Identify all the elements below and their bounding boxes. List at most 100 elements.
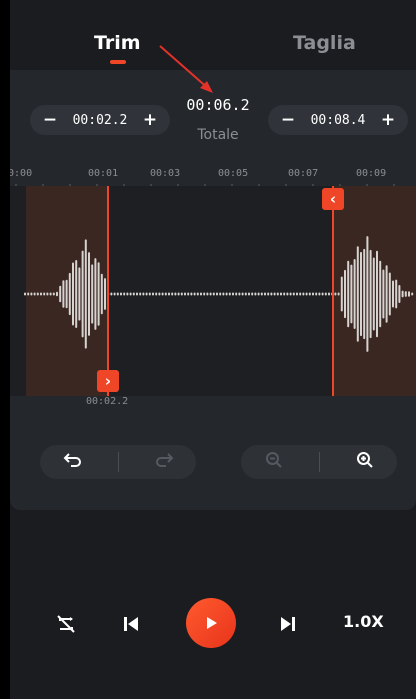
waveform-bar <box>324 292 327 296</box>
waveform-bar <box>347 260 350 328</box>
waveform-bar <box>302 292 305 296</box>
waveform-bar <box>88 252 90 336</box>
waveform-bar <box>193 292 196 296</box>
waveform-bar <box>254 292 257 296</box>
tab-active-indicator <box>110 60 126 64</box>
waveform-bar <box>168 292 170 296</box>
waveform-bar <box>408 291 410 297</box>
waveform-bar <box>388 272 391 316</box>
waveform-bar <box>235 292 238 296</box>
waveform-bar <box>46 292 49 296</box>
waveform-bar <box>392 280 394 308</box>
waveform-bar <box>155 292 158 296</box>
end-marker-line[interactable] <box>332 186 334 396</box>
waveform-bar <box>30 292 33 296</box>
waveform-bar <box>62 280 65 308</box>
waveform-bar <box>148 292 151 296</box>
waveform-bar <box>299 292 302 296</box>
waveform-bar <box>126 292 129 296</box>
waveform-bar <box>184 292 186 296</box>
waveform-bar <box>360 251 362 337</box>
waveform-bar <box>78 267 81 321</box>
waveform-bar <box>398 285 401 303</box>
waveform-bar <box>296 292 298 296</box>
waveform-bar <box>372 257 375 331</box>
start-marker-time: 00:02.2 <box>86 396 129 407</box>
waveform-bar <box>36 292 39 296</box>
waveform-bar <box>366 236 369 352</box>
loop-off-icon[interactable] <box>56 614 76 638</box>
waveform-bar <box>27 292 30 296</box>
waveform-bar <box>75 260 78 328</box>
zoom-out-icon[interactable] <box>254 451 294 474</box>
waveform-bar <box>158 292 161 296</box>
waveform-bar <box>289 292 292 296</box>
play-icon <box>207 617 217 629</box>
start-marker-line[interactable] <box>107 186 109 396</box>
ruler-label: 00:09 <box>356 168 387 179</box>
start-marker-handle[interactable]: › <box>97 370 119 392</box>
waveform-bar <box>206 292 209 296</box>
zoom-in-icon[interactable] <box>345 451 385 474</box>
waveform-bar <box>94 258 97 330</box>
end-time-stepper: − 00:08.4 + <box>268 105 408 135</box>
waveform-bar <box>334 292 337 296</box>
waveform-bar <box>337 292 340 296</box>
play-button[interactable] <box>186 598 236 648</box>
waveform-bar <box>260 292 263 296</box>
waveform-bar <box>81 250 84 338</box>
waveform-bar <box>340 276 343 312</box>
waveform-bar <box>40 292 42 296</box>
trim-screen: Trim Taglia − 00:02.2 + 00:06.2 Totale −… <box>10 0 416 699</box>
waveform-bar <box>139 292 142 296</box>
waveform-bar <box>72 262 74 326</box>
start-time-stepper: − 00:02.2 + <box>30 105 170 135</box>
tab-taglia[interactable]: Taglia <box>293 32 356 54</box>
waveform-bar <box>264 292 266 296</box>
waveform-bar <box>276 292 279 296</box>
waveform-bar <box>68 272 71 316</box>
waveform-bar <box>164 292 167 296</box>
waveform-bar <box>267 292 270 296</box>
total-duration: 00:06.2 <box>186 96 250 114</box>
start-decrement-button[interactable]: − <box>42 110 58 130</box>
waveform <box>24 236 414 352</box>
ruler-label: 00:07 <box>288 168 319 179</box>
end-marker-handle[interactable]: ‹ <box>322 188 344 210</box>
waveform-bar <box>97 262 100 326</box>
waveform-bar <box>145 292 148 296</box>
waveform-bar <box>308 292 311 296</box>
waveform-bar <box>356 246 359 342</box>
waveform-bar <box>203 292 206 296</box>
waveform-bar <box>286 292 289 296</box>
waveform-bar <box>376 250 378 338</box>
redo-icon[interactable] <box>144 452 184 473</box>
waveform-bar <box>24 292 26 296</box>
zoom-group <box>241 445 397 479</box>
waveform-bar <box>49 292 52 296</box>
waveform-bar <box>84 239 87 349</box>
waveform-bar <box>321 292 324 296</box>
waveform-bar <box>411 292 414 296</box>
waveform-bar <box>350 264 353 324</box>
undo-icon[interactable] <box>53 452 93 473</box>
waveform-bar <box>100 273 103 315</box>
end-increment-button[interactable]: + <box>380 110 396 130</box>
waveform-bar <box>171 292 174 296</box>
skip-previous-icon[interactable] <box>121 614 141 638</box>
waveform-bar <box>200 292 202 296</box>
playback-speed-button[interactable]: 1.0X <box>343 612 384 631</box>
waveform-bar <box>33 292 36 296</box>
waveform-bar <box>52 292 55 296</box>
end-decrement-button[interactable]: − <box>280 110 296 130</box>
tab-trim[interactable]: Trim <box>94 32 141 54</box>
waveform-bar <box>219 292 222 296</box>
waveform-bar <box>174 292 177 296</box>
waveform-bar <box>363 248 366 340</box>
skip-next-icon[interactable] <box>278 614 298 638</box>
ruler-label: 00:03 <box>150 168 181 179</box>
waveform-bar <box>232 292 234 296</box>
start-increment-button[interactable]: + <box>142 110 158 130</box>
divider <box>117 452 119 472</box>
waveform-bar <box>328 292 330 296</box>
